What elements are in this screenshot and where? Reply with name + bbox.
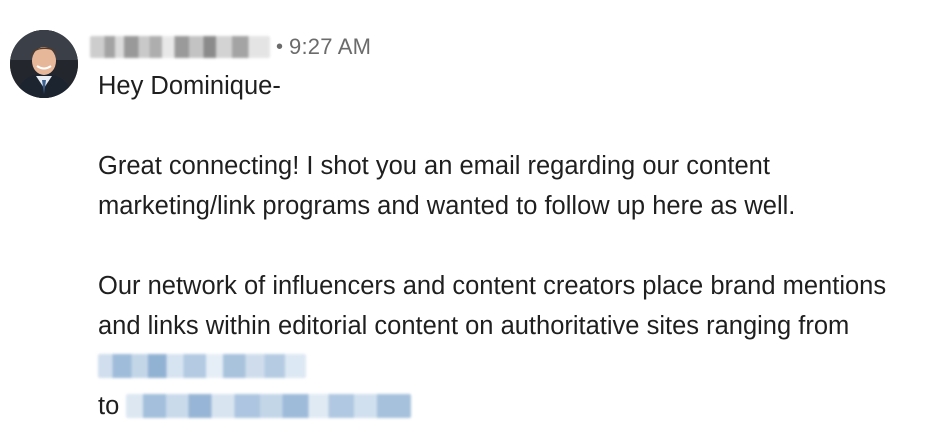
redacted-link-1[interactable]	[98, 354, 306, 378]
paragraph-1: Great connecting! I shot you an email re…	[98, 152, 796, 220]
greeting: Hey Dominique-	[98, 72, 281, 100]
paragraph-2-to: to	[98, 392, 120, 420]
timestamp: 9:27 AM	[289, 34, 372, 59]
paragraph-2: Our network of influencers and content c…	[98, 266, 928, 426]
sender-name-redacted[interactable]	[90, 36, 270, 58]
redacted-link-2[interactable]	[126, 394, 412, 418]
separator-dot: •	[276, 36, 284, 58]
paragraph-2-text: Our network of influencers and content c…	[98, 272, 887, 340]
message-header: • 9:27 AM	[90, 30, 371, 64]
avatar[interactable]	[10, 30, 78, 98]
message-body: Hey Dominique- Great connecting! I shot …	[98, 66, 928, 426]
message-item: • 9:27 AM Hey Dominique- Great connectin…	[0, 0, 941, 444]
person-photo-icon	[10, 30, 78, 98]
